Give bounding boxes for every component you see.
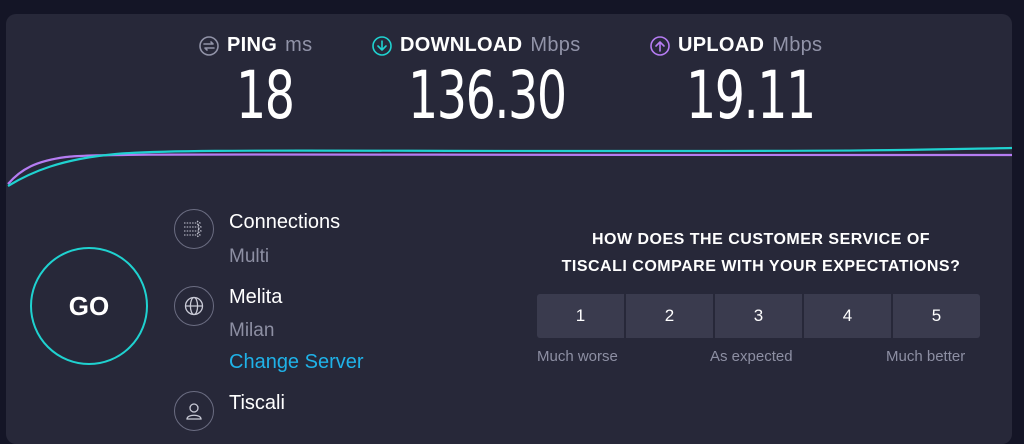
download-label: DOWNLOAD (400, 34, 523, 56)
ping-value: 18 (236, 57, 295, 134)
download-value: 136.30 (408, 57, 567, 134)
ping-header: PING ms (199, 34, 316, 57)
connections-icon (174, 209, 214, 249)
connections-value: Multi (229, 246, 270, 267)
server-location: Milan (229, 320, 275, 341)
ping-metric: PING ms 18 (199, 34, 316, 129)
results-card: PING ms 18 DOWNLOAD Mbps 136.30 UPLOAD M… (6, 14, 1012, 444)
survey-question-line1: HOW DOES THE CUSTOMER SERVICE OF (591, 231, 931, 248)
survey-question-line2: TISCALI COMPARE WITH YOUR EXPECTATIONS? (561, 258, 961, 275)
go-button[interactable]: GO (30, 247, 148, 365)
upload-value: 19.11 (686, 57, 816, 134)
upload-label: UPLOAD (678, 34, 765, 56)
upload-graph-line (7, 153, 1012, 185)
scale-low-label: Much worse (537, 348, 618, 365)
upload-unit: Mbps (772, 34, 823, 56)
server-name: Melita (229, 286, 283, 308)
provider-name: Tiscali (229, 392, 285, 414)
upload-metric: UPLOAD Mbps 19.11 (650, 34, 865, 129)
user-icon (174, 391, 214, 431)
rating-option-5[interactable]: 5 (893, 294, 980, 338)
upload-header: UPLOAD Mbps (650, 34, 865, 57)
rating-option-4[interactable]: 4 (804, 294, 891, 338)
download-arrow-icon (372, 35, 392, 56)
survey-question: HOW DOES THE CUSTOMER SERVICE OF TISCALI… (526, 226, 996, 280)
speed-graph (7, 146, 1012, 187)
ping-unit: ms (285, 34, 313, 56)
download-metric: DOWNLOAD Mbps 136.30 (372, 34, 627, 129)
upload-arrow-icon (650, 35, 670, 56)
globe-icon (174, 286, 214, 326)
download-unit: Mbps (530, 34, 581, 56)
connections-title: Connections (229, 211, 341, 233)
change-server-link[interactable]: Change Server (229, 351, 364, 374)
rating-option-3[interactable]: 3 (715, 294, 802, 338)
scale-high-label: Much better (886, 348, 966, 365)
scale-mid-label: As expected (710, 348, 793, 365)
download-header: DOWNLOAD Mbps (372, 34, 627, 57)
rating-option-2[interactable]: 2 (626, 294, 713, 338)
ping-icon (199, 35, 219, 56)
rating-option-1[interactable]: 1 (537, 294, 624, 338)
rating-options: 1 2 3 4 5 (537, 294, 980, 338)
ping-label: PING (227, 34, 278, 56)
